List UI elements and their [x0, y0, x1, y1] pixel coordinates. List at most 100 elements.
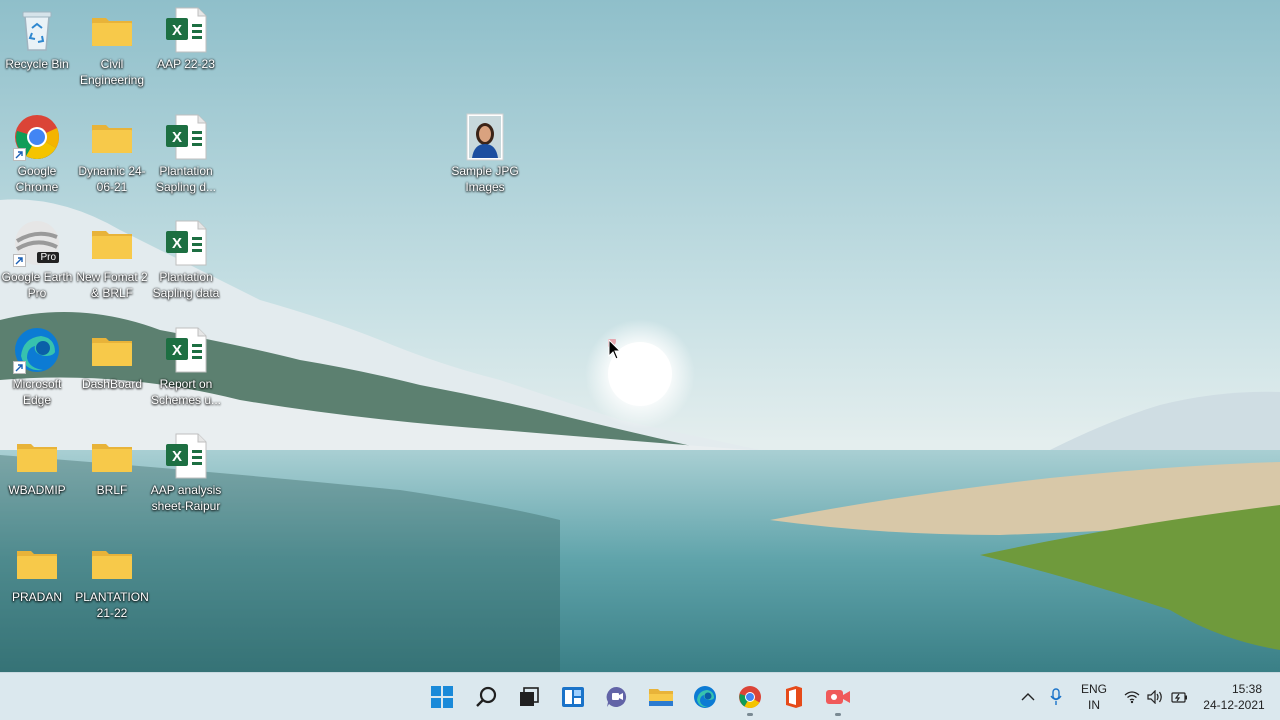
search-icon — [476, 686, 497, 707]
desktop-icon-aap-22-23[interactable]: X AAP 22-23 — [149, 6, 223, 72]
svg-text:X: X — [172, 22, 182, 39]
file-explorer-icon — [649, 689, 673, 706]
desktop-icon-label: Recycle Bin — [5, 57, 69, 71]
pro-badge: Pro — [37, 252, 59, 263]
excel-file-icon: X — [162, 432, 210, 480]
desktop-icon-label: Google Chrome — [15, 164, 59, 194]
wifi-icon — [1124, 691, 1140, 704]
shortcut-arrow-icon — [13, 361, 26, 374]
taskbar: ENG IN 15:38 24-12-2021 — [0, 672, 1280, 720]
task-view-button[interactable] — [509, 677, 549, 717]
search-button[interactable] — [466, 677, 506, 717]
battery-charging-icon — [1171, 692, 1187, 703]
language-label: ENG — [1080, 682, 1107, 696]
battery-button[interactable] — [1170, 685, 1190, 709]
svg-text:X: X — [172, 235, 182, 252]
shortcut-arrow-icon — [13, 254, 26, 267]
shortcut-arrow-icon — [13, 148, 26, 161]
folder-icon — [13, 432, 61, 480]
svg-text:X: X — [172, 342, 182, 359]
desktop-icon-report-on-schemes[interactable]: X Report on Schemes u... — [149, 326, 223, 408]
desktop-icon-label: Plantation Sapling data — [152, 270, 220, 300]
folder-icon — [13, 539, 61, 587]
folder-icon — [88, 219, 136, 267]
desktop-icon-google-chrome[interactable]: Google Chrome — [0, 113, 74, 195]
desktop-icon-label: PRADAN — [11, 590, 62, 604]
folder-icon — [88, 539, 136, 587]
widgets-button[interactable] — [553, 677, 593, 717]
desktop-icon-label: Report on Schemes u... — [150, 377, 222, 407]
desktop-icon-new-fomat-2[interactable]: New Fomat 2 & BRLF — [75, 219, 149, 301]
desktop-icon-recycle-bin[interactable]: Recycle Bin — [0, 6, 74, 72]
screen-recorder-icon — [826, 690, 850, 704]
google-earth-pro-icon: Pro — [13, 219, 61, 267]
language-indicator[interactable]: ENG IN — [1076, 681, 1112, 713]
task-view-icon — [520, 687, 539, 706]
edge-button[interactable] — [685, 677, 725, 717]
teams-chat-icon — [606, 686, 627, 707]
desktop-icon-civil-engineering[interactable]: Civil Engineering — [75, 6, 149, 88]
excel-file-icon: X — [162, 219, 210, 267]
desktop-icon-google-earth-pro[interactable]: Pro Google Earth Pro — [0, 219, 74, 301]
microphone-icon — [1050, 688, 1062, 705]
desktop-icon-wbadmip[interactable]: WBADMIP — [0, 432, 74, 498]
start-icon — [431, 686, 453, 708]
desktop-icon-dynamic[interactable]: Dynamic 24-06-21 — [75, 113, 149, 195]
folder-icon — [88, 326, 136, 374]
edge-icon — [13, 326, 61, 374]
desktop-icon-label: PLANTATION 21-22 — [75, 590, 149, 620]
region-label: IN — [1088, 698, 1100, 712]
desktop-icon-plantation-sapling-data[interactable]: X Plantation Sapling data — [149, 219, 223, 301]
svg-text:X: X — [172, 129, 182, 146]
folder-icon — [88, 432, 136, 480]
desktop-icon-label: AAP 22-23 — [157, 57, 215, 71]
desktop-icon-label: DashBoard — [81, 377, 143, 391]
svg-text:X: X — [172, 448, 182, 465]
screen-recorder-button[interactable] — [818, 677, 858, 717]
desktop-icon-label: Dynamic 24-06-21 — [78, 164, 146, 194]
desktop-icon-sample-jpg-images[interactable]: Sample JPG Images — [448, 113, 522, 195]
image-file-icon — [461, 113, 509, 161]
desktop-icon-label: Civil Engineering — [79, 57, 145, 87]
office-icon — [786, 686, 802, 708]
running-indicator — [747, 713, 753, 716]
widgets-icon — [562, 687, 584, 707]
chrome-button[interactable] — [730, 677, 770, 717]
clock-time: 15:38 — [1231, 682, 1262, 696]
microphone-button[interactable] — [1046, 685, 1066, 709]
chrome-icon — [13, 113, 61, 161]
speaker-icon — [1147, 690, 1162, 704]
edge-icon — [694, 686, 716, 708]
desktop-icon-label: New Fomat 2 & BRLF — [76, 270, 148, 300]
chrome-icon — [739, 686, 761, 708]
desktop-icon-label: Microsoft Edge — [12, 377, 62, 407]
desktop-icon-label: Plantation Sapling d... — [155, 164, 217, 194]
desktop-icon-microsoft-edge[interactable]: Microsoft Edge — [0, 326, 74, 408]
chevron-up-icon — [1021, 693, 1035, 701]
network-button[interactable] — [1122, 685, 1142, 709]
clock-date: 24-12-2021 — [1203, 698, 1265, 712]
desktop-icon-pradan[interactable]: PRADAN — [0, 539, 74, 605]
volume-button[interactable] — [1146, 685, 1166, 709]
show-hidden-icons-button[interactable] — [1018, 685, 1038, 709]
desktop-icon-plantation-sapling-d[interactable]: X Plantation Sapling d... — [149, 113, 223, 195]
file-explorer-button[interactable] — [641, 677, 681, 717]
excel-file-icon: X — [162, 6, 210, 54]
desktop-icon-label: WBADMIP — [8, 483, 66, 497]
desktop-icon-label: AAP analysis sheet-Raipur — [150, 483, 222, 513]
desktop-icon-dashboard[interactable]: DashBoard — [75, 326, 149, 392]
excel-file-icon: X — [162, 326, 210, 374]
desktop-icon-label: Sample JPG Images — [451, 164, 519, 194]
folder-icon — [88, 6, 136, 54]
start-button[interactable] — [422, 677, 462, 717]
clock-button[interactable]: 15:38 24-12-2021 — [1196, 681, 1272, 713]
desktop-icon-plantation-21-22[interactable]: PLANTATION 21-22 — [75, 539, 149, 621]
desktop-icon-aap-analysis-sheet[interactable]: X AAP analysis sheet-Raipur — [149, 432, 223, 514]
office-button[interactable] — [774, 677, 814, 717]
teams-chat-button[interactable] — [597, 677, 637, 717]
desktop-icon-brlf[interactable]: BRLF — [75, 432, 149, 498]
running-indicator — [835, 713, 841, 716]
folder-icon — [88, 113, 136, 161]
mouse-pointer-icon — [608, 339, 622, 360]
desktop-icon-label: BRLF — [96, 483, 128, 497]
